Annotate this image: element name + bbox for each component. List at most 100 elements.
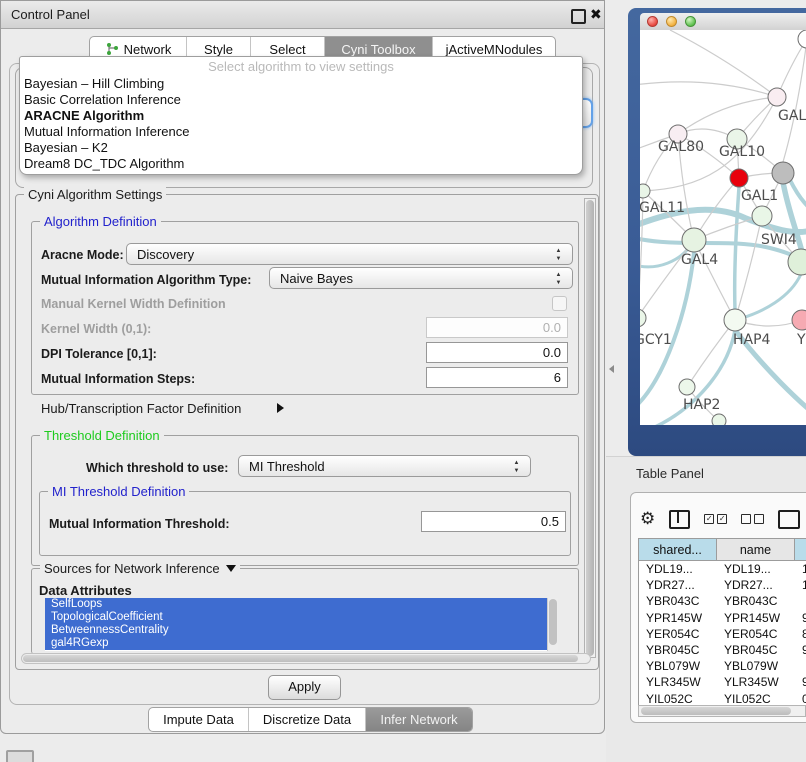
apply-button[interactable]: Apply: [268, 675, 341, 700]
network-edge-thick: [735, 187, 739, 310]
table-cell: 12: [795, 577, 806, 593]
dropdown-item[interactable]: ARACNE Algorithm: [20, 108, 582, 124]
table-cell: 0.: [795, 691, 806, 707]
partial-toolbar-icon[interactable]: [778, 510, 800, 529]
mi-type-combobox[interactable]: Naive Bayes ▲▼: [269, 267, 573, 289]
network-node[interactable]: [730, 169, 748, 187]
tab-impute-data[interactable]: Impute Data: [149, 708, 249, 731]
table-cell: YLR345W: [717, 674, 795, 690]
network-node[interactable]: [640, 184, 650, 198]
window-close-button[interactable]: [647, 16, 658, 27]
float-window-icon[interactable]: [571, 9, 586, 24]
list-vertical-scrollbar[interactable]: [547, 598, 558, 651]
attribute-list-item[interactable]: gal4RGexp: [45, 637, 558, 650]
deselect-all-columns-icon[interactable]: [741, 514, 764, 524]
table-cell: YDR27...: [717, 577, 795, 593]
table-row[interactable]: YBR043CYBR043C: [639, 593, 806, 609]
table-row[interactable]: YER054CYER054C8.: [639, 626, 806, 642]
which-threshold-label: Which threshold to use:: [86, 461, 228, 475]
scrollbar-thumb[interactable]: [586, 200, 594, 656]
table-cell: YIL052C: [717, 691, 795, 707]
network-node[interactable]: [712, 414, 726, 425]
control-panel-title: Control Panel: [11, 7, 90, 22]
dpi-tolerance-field[interactable]: 0.0: [426, 342, 568, 363]
table-cell: [795, 658, 806, 674]
network-node[interactable]: [682, 228, 706, 252]
tab-label: Infer Network: [380, 712, 457, 727]
expand-right-icon[interactable]: [277, 403, 284, 413]
tab-infer-network[interactable]: Infer Network: [366, 708, 472, 731]
which-threshold-combobox[interactable]: MI Threshold ▲▼: [238, 455, 531, 477]
split-columns-icon[interactable]: [669, 510, 690, 529]
kernel-width-field[interactable]: 0.0: [426, 317, 568, 338]
scrollbar-thumb[interactable]: [641, 707, 791, 715]
dropdown-item[interactable]: Basic Correlation Inference: [20, 92, 582, 108]
network-node[interactable]: [752, 206, 772, 226]
table-row[interactable]: YBL079WYBL079W: [639, 658, 806, 674]
tab-label: Style: [204, 42, 233, 57]
dropdown-item[interactable]: Dream8 DC_TDC Algorithm: [20, 156, 582, 172]
settings-horizontal-scrollbar[interactable]: [21, 653, 591, 664]
dropdown-item[interactable]: Mutual Information Inference: [20, 124, 582, 140]
attribute-list-item[interactable]: TopologicalCoefficient: [45, 611, 558, 624]
network-node[interactable]: [724, 309, 746, 331]
attribute-list-item[interactable]: SelfLoops: [45, 598, 558, 611]
network-edge: [640, 82, 777, 97]
table-cell: 13: [795, 561, 806, 577]
network-node[interactable]: [679, 379, 695, 395]
mi-steps-field[interactable]: 6: [426, 367, 568, 388]
tab-label: Impute Data: [163, 712, 234, 727]
minimized-panel-stub[interactable]: [6, 750, 34, 762]
table-row[interactable]: YDR27...YDR27...12: [639, 577, 806, 593]
dropdown-item[interactable]: Bayesian – Hill Climbing: [20, 76, 582, 92]
settings-vertical-scrollbar[interactable]: [584, 198, 596, 658]
select-all-columns-icon[interactable]: ✓ ✓: [704, 514, 727, 524]
window-minimize-button[interactable]: [666, 16, 677, 27]
table-row[interactable]: YPR145WYPR145W9.: [639, 610, 806, 626]
network-edge: [735, 216, 762, 320]
network-node[interactable]: [798, 30, 806, 48]
network-node[interactable]: [640, 309, 646, 327]
attribute-list-item[interactable]: BetweennessCentrality: [45, 624, 558, 637]
mi-threshold-field[interactable]: 0.5: [421, 511, 566, 532]
stepper-arrows-icon: ▲▼: [512, 459, 521, 475]
sources-group-title-wrap: Sources for Network Inference: [40, 561, 240, 576]
scrollbar-thumb[interactable]: [23, 655, 578, 662]
panel-resize-arrow[interactable]: [609, 365, 614, 373]
tab-discretize-data[interactable]: Discretize Data: [249, 708, 366, 731]
table-row[interactable]: YIL052CYIL052C0.: [639, 691, 806, 707]
table-horizontal-scrollbar[interactable]: [638, 705, 806, 717]
algorithm-definition-title: Algorithm Definition: [40, 214, 161, 229]
column-header-name[interactable]: name: [717, 539, 795, 560]
manual-kernel-checkbox[interactable]: [552, 296, 567, 311]
network-node[interactable]: [768, 88, 786, 106]
network-edge: [670, 30, 777, 97]
checked-box-icon: ✓: [704, 514, 714, 524]
scrollbar-thumb[interactable]: [549, 599, 557, 645]
network-node[interactable]: [792, 310, 806, 330]
column-header-partial[interactable]: [795, 539, 806, 560]
close-icon[interactable]: ✖: [590, 6, 602, 23]
table-cell: YDL19...: [639, 561, 717, 577]
hub-section-label[interactable]: Hub/Transcription Factor Definition: [41, 401, 241, 416]
collapse-down-icon[interactable]: [226, 565, 236, 572]
table-row[interactable]: YLR345WYLR345W9.: [639, 674, 806, 690]
combobox-value: MI Threshold: [249, 459, 325, 474]
dropdown-item[interactable]: Bayesian – K2: [20, 140, 582, 156]
gear-icon[interactable]: ⚙: [640, 510, 655, 528]
column-header-shared-name[interactable]: shared...: [639, 539, 717, 560]
network-node[interactable]: [772, 162, 794, 184]
window-zoom-button[interactable]: [685, 16, 696, 27]
network-edge-thick: [790, 180, 806, 212]
table-row[interactable]: YBR045CYBR045C9.: [639, 642, 806, 658]
table-cell: YBR043C: [639, 593, 717, 609]
aracne-mode-combobox[interactable]: Discovery ▲▼: [126, 243, 573, 265]
table-row[interactable]: YDL19...YDL19...13: [639, 561, 806, 577]
mi-steps-label: Mutual Information Steps:: [41, 372, 195, 386]
data-attributes-list[interactable]: SelfLoopsTopologicalCoefficientBetweenne…: [45, 598, 558, 651]
control-panel-titlebar[interactable]: Control Panel ✖: [1, 1, 604, 29]
sources-group-title[interactable]: Sources for Network Inference: [44, 561, 220, 576]
network-window-titlebar[interactable]: [640, 13, 806, 30]
network-canvas[interactable]: GALGAL80GAL10GAL1GAL11SWI4GAL4GCY1HAP4YH…: [640, 30, 806, 425]
network-edge: [783, 39, 806, 162]
